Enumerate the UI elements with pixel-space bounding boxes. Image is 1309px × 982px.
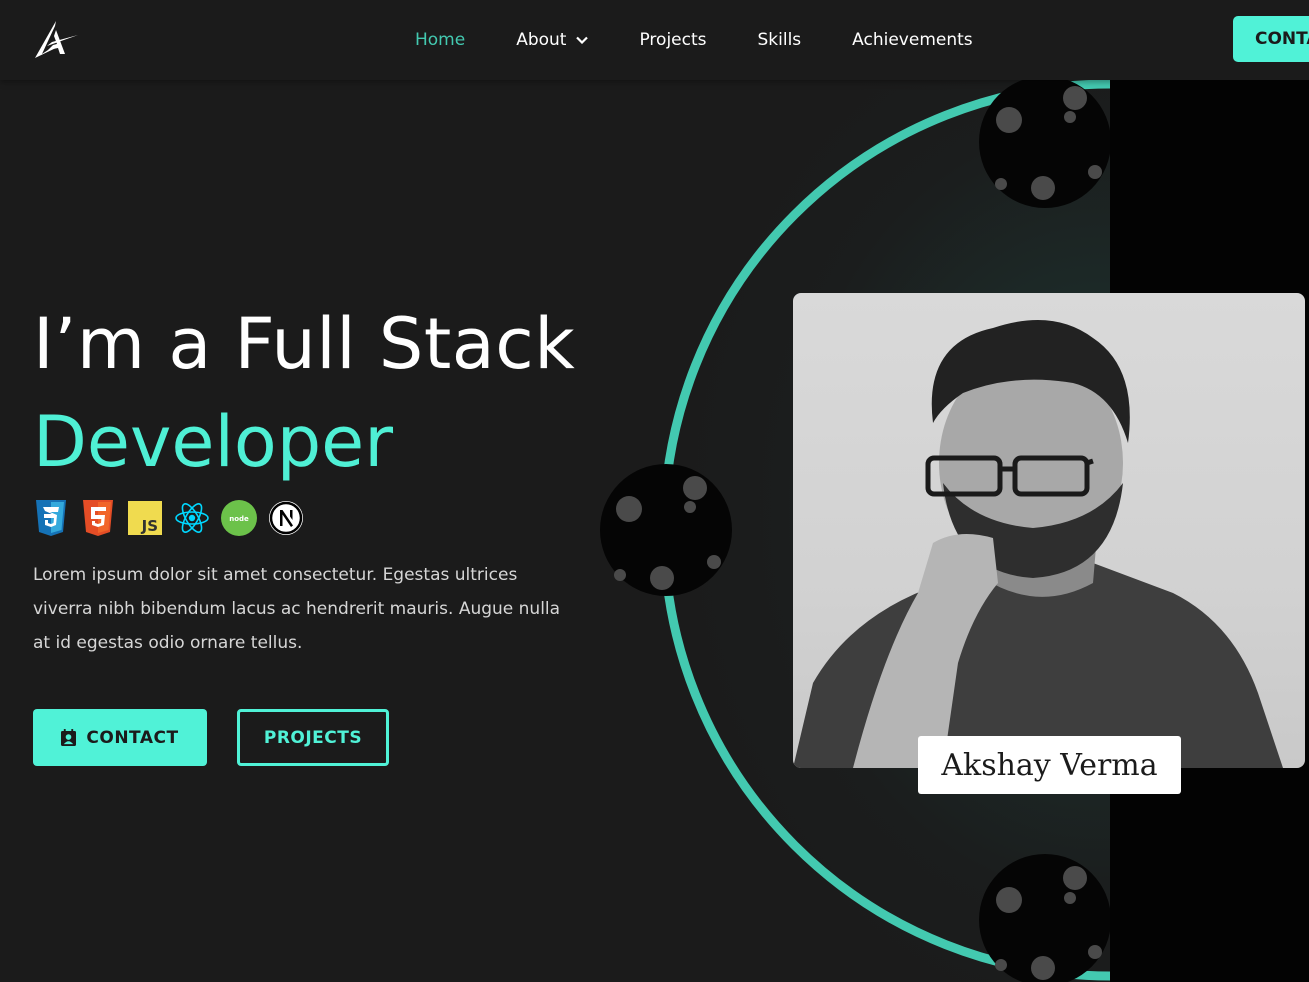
portrait-photo <box>793 293 1305 768</box>
nav-achievements-label: Achievements <box>852 30 973 50</box>
nav-home-label: Home <box>415 30 466 50</box>
hero-description: Lorem ipsum dolor sit amet consectetur. … <box>33 565 561 653</box>
nav-home[interactable]: Home <box>415 30 465 50</box>
nav-contact-button[interactable]: CONTACT <box>1233 16 1309 62</box>
hero-subtitle: Developer <box>33 401 394 483</box>
planet-top <box>979 76 1111 208</box>
nav-skills[interactable]: Skills <box>758 30 802 50</box>
javascript-icon: JS <box>127 500 163 536</box>
contact-button-label: CONTACT <box>86 727 179 748</box>
hero-title: I’m a Full Stack <box>33 303 576 385</box>
nav-achievements[interactable]: Achievements <box>852 30 972 50</box>
akshay-logo-icon[interactable] <box>34 18 80 60</box>
nav-about[interactable]: About <box>516 30 589 50</box>
nav-projects-label: Projects <box>639 30 707 50</box>
projects-button[interactable]: PROJECTS <box>237 709 389 766</box>
tech-stack-icons: JS node <box>33 500 315 536</box>
profile-name-card: Akshay Verma <box>918 736 1181 794</box>
contact-button[interactable]: CONTACT <box>33 709 207 766</box>
profile-name: Akshay Verma <box>941 747 1158 783</box>
nav-links: Home About Projects Skills Achievements <box>415 0 1024 80</box>
planet-middle <box>600 464 732 596</box>
react-icon <box>174 500 210 536</box>
nodejs-icon: node <box>221 500 257 536</box>
planet-bottom <box>979 854 1111 982</box>
nav-about-label: About <box>516 30 567 50</box>
js-label: JS <box>141 517 158 535</box>
nextjs-icon <box>268 500 304 536</box>
nav-contact-label: CONTACT <box>1255 29 1309 49</box>
projects-button-label: PROJECTS <box>263 727 363 748</box>
nav-projects[interactable]: Projects <box>639 30 706 50</box>
portrait-illustration <box>793 320 1283 768</box>
node-label: node <box>229 515 249 523</box>
chevron-down-icon <box>576 36 589 44</box>
nav-skills-label: Skills <box>757 30 802 50</box>
top-navbar: Home About Projects Skills Achievements … <box>0 0 1309 80</box>
css3-icon <box>33 500 69 536</box>
contact-card-icon <box>61 729 77 746</box>
html5-icon <box>80 500 116 536</box>
